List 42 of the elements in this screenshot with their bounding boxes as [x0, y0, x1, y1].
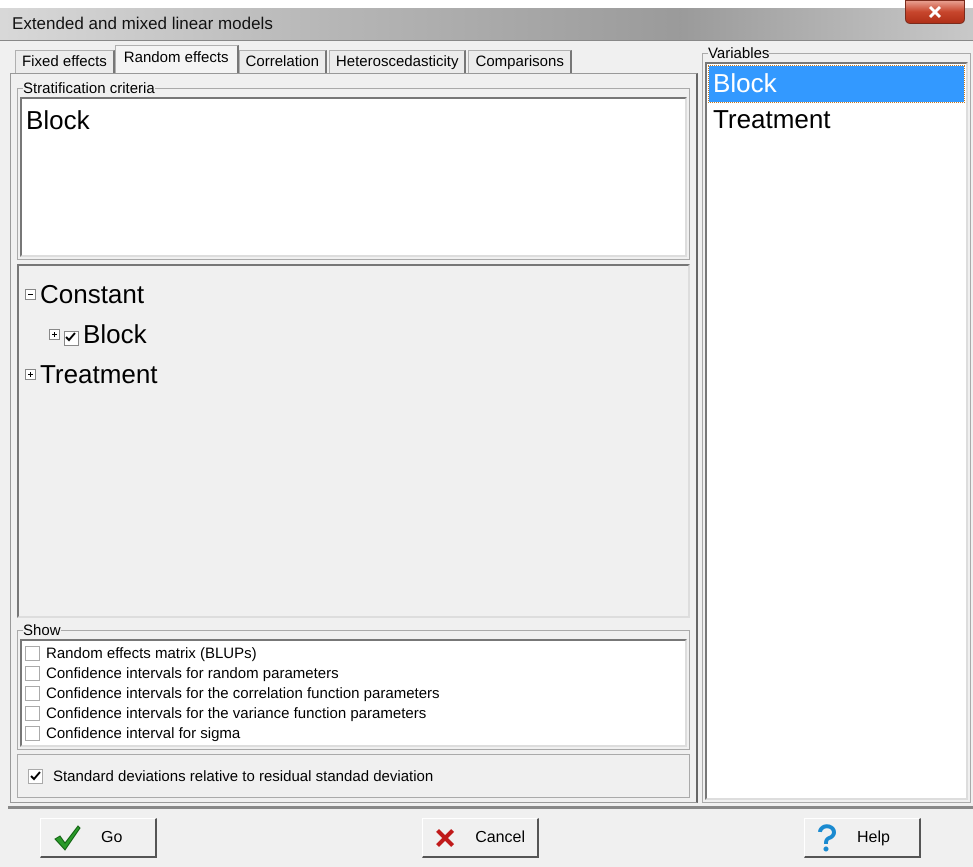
- tab[interactable]: Random effects: [114, 45, 239, 73]
- window-title: Extended and mixed linear models: [12, 14, 273, 34]
- tree-item[interactable]: Block: [83, 318, 147, 350]
- option-label: Confidence intervals for random parameters: [46, 664, 339, 682]
- checkmark-icon: [53, 824, 81, 850]
- dialog-button[interactable]: Go: [40, 818, 157, 858]
- option-label: Confidence interval for sigma: [46, 724, 240, 742]
- option-label: Confidence intervals for the variance function parameters: [46, 704, 426, 722]
- check-icon: [65, 332, 76, 342]
- option-label: Standard deviations relative to residual standad deviation: [53, 768, 434, 784]
- close-button[interactable]: [905, 0, 965, 24]
- collapse-toggle[interactable]: [25, 288, 36, 300]
- group-title: Stratification criteria: [23, 80, 155, 97]
- checkbox[interactable]: [25, 686, 40, 700]
- tree-item[interactable]: Constant: [40, 278, 144, 310]
- question-mark-icon: [817, 824, 837, 852]
- tree-checkbox[interactable]: [64, 330, 79, 346]
- tab[interactable]: Comparisons: [468, 50, 572, 73]
- group-title: Variables: [708, 45, 770, 62]
- tree-item[interactable]: Treatment: [40, 358, 158, 390]
- plus-icon: [27, 370, 34, 378]
- tab[interactable]: Correlation: [238, 50, 327, 73]
- group-title: Show: [23, 622, 61, 639]
- checkbox[interactable]: [25, 666, 40, 680]
- checkbox[interactable]: [28, 768, 43, 784]
- expand-toggle[interactable]: [49, 328, 60, 340]
- list-item[interactable]: Treatment: [709, 102, 964, 138]
- tab[interactable]: Fixed effects: [15, 50, 115, 73]
- checkbox[interactable]: [25, 706, 40, 720]
- dialog-button[interactable]: Cancel: [422, 818, 539, 858]
- checkbox[interactable]: [25, 646, 40, 660]
- list-item[interactable]: Block: [22, 99, 685, 136]
- option-label: Random effects matrix (BLUPs): [46, 644, 257, 662]
- check-icon: [30, 771, 41, 781]
- tab[interactable]: Heteroscedasticity: [328, 50, 466, 73]
- option-label: Confidence intervals for the correlation function parameters: [46, 684, 440, 702]
- criteria-list[interactable]: Block: [20, 97, 687, 257]
- close-icon: [928, 6, 942, 18]
- dialog-button[interactable]: Help: [804, 818, 921, 858]
- expand-toggle[interactable]: [25, 368, 36, 380]
- plus-icon: [51, 330, 58, 338]
- checkbox[interactable]: [25, 726, 40, 740]
